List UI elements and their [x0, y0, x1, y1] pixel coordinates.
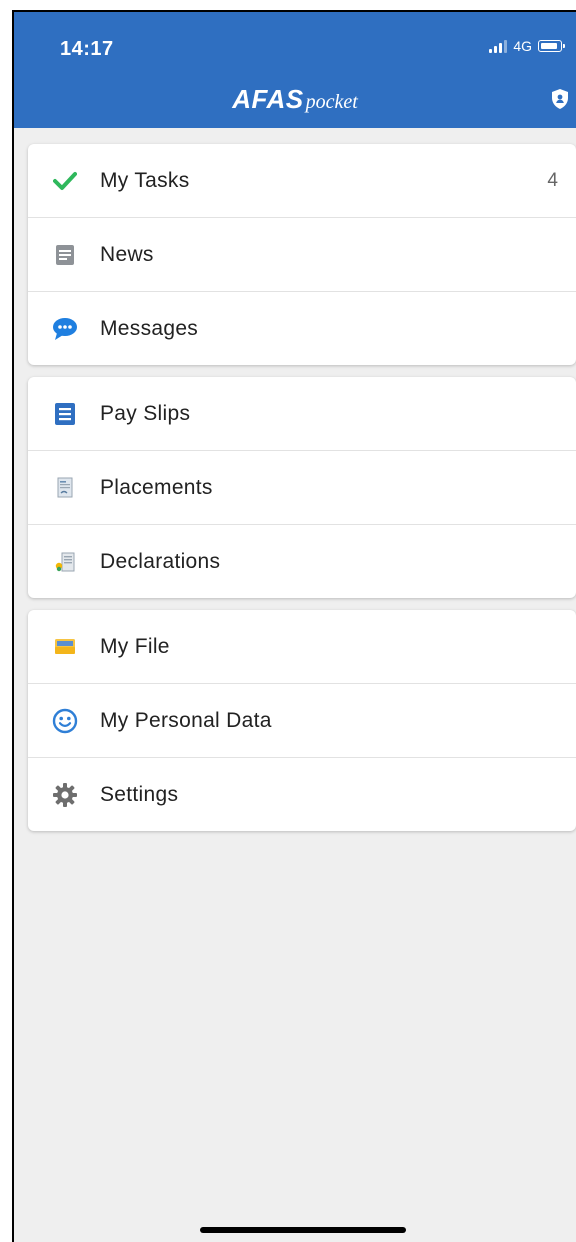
smiley-icon	[52, 708, 78, 734]
menu-item-settings[interactable]: Settings	[28, 758, 576, 831]
menu-item-messages[interactable]: Messages	[28, 292, 576, 365]
home-indicator[interactable]	[200, 1227, 406, 1233]
status-time: 14:17	[60, 38, 114, 60]
declaration-icon	[52, 549, 78, 575]
menu-item-declarations[interactable]: Declarations	[28, 525, 576, 598]
gear-icon	[52, 782, 78, 808]
app-header: 14:17 4G AFAS pocket	[14, 12, 576, 128]
menu-item-label: My Tasks	[100, 168, 190, 192]
menu-item-my-file[interactable]: My File	[28, 610, 576, 684]
menu-item-label: Messages	[100, 316, 199, 340]
app-logo: AFAS pocket	[14, 84, 576, 115]
folder-icon	[52, 634, 78, 660]
menu-item-label: Placements	[100, 475, 213, 499]
document-icon	[52, 401, 78, 427]
menu-item-my-tasks[interactable]: My Tasks 4	[28, 144, 576, 218]
placement-doc-icon	[52, 475, 78, 501]
menu-item-label: My Personal Data	[100, 708, 272, 732]
menu-item-label: Pay Slips	[100, 401, 191, 425]
menu-item-label: My File	[100, 634, 170, 658]
news-icon	[52, 242, 78, 268]
menu-item-placements[interactable]: Placements	[28, 451, 576, 525]
chat-bubble-icon	[52, 316, 78, 342]
logo-sub: pocket	[305, 91, 358, 113]
battery-icon	[538, 40, 565, 52]
logo-brand: AFAS	[232, 84, 304, 114]
app-screen: 14:17 4G AFAS pocket My Tasks 4 News Mes…	[12, 10, 576, 1242]
menu-group-3: My File My Personal Data Settings	[28, 610, 576, 831]
menu-item-my-personal-data[interactable]: My Personal Data	[28, 684, 576, 758]
shield-icon[interactable]	[550, 88, 570, 110]
task-count-badge: 4	[547, 169, 558, 191]
menu-item-label: Declarations	[100, 549, 221, 573]
signal-icon	[489, 39, 508, 53]
menu-item-label: News	[100, 242, 154, 266]
menu-item-news[interactable]: News	[28, 218, 576, 292]
menu-group-1: My Tasks 4 News Messages	[28, 144, 576, 365]
menu-item-pay-slips[interactable]: Pay Slips	[28, 377, 576, 451]
menu-item-label: Settings	[100, 782, 179, 806]
network-type: 4G	[513, 38, 532, 54]
checkmark-icon	[52, 168, 78, 194]
status-indicators: 4G	[489, 38, 565, 54]
menu-group-2: Pay Slips Placements Declarations	[28, 377, 576, 598]
